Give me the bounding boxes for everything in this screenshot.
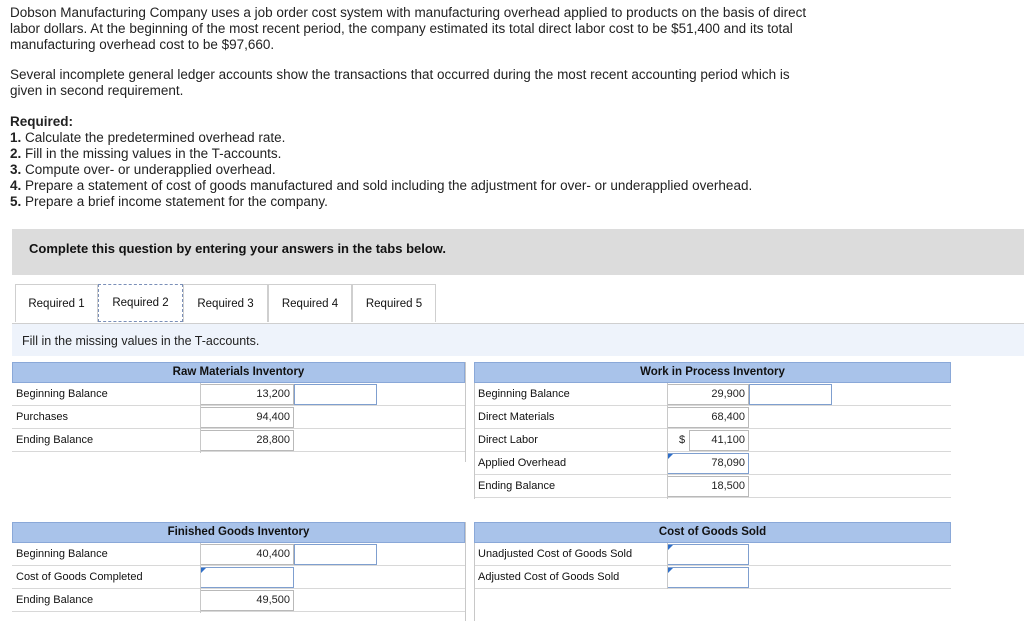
instruction-text: Fill in the missing values in the T-acco… xyxy=(22,334,260,348)
credit-input[interactable] xyxy=(749,384,832,405)
row-label: Cost of Goods Completed xyxy=(16,571,143,583)
panel-divider xyxy=(474,543,475,621)
t-account-divider xyxy=(200,543,201,613)
t-account-divider xyxy=(200,383,201,453)
instruction-bar: Fill in the missing values in the T-acco… xyxy=(12,324,1024,356)
required-item-1: 1. Calculate the predetermined overhead … xyxy=(10,130,286,145)
table-row: Direct Labor $ 41,100 xyxy=(474,429,951,452)
finished-goods-title: Finished Goods Inventory xyxy=(12,522,465,543)
t-account-divider xyxy=(667,543,668,589)
table-row: Beginning Balance 13,200 xyxy=(12,383,465,406)
t-account-divider xyxy=(667,383,668,499)
credit-input[interactable] xyxy=(294,384,377,405)
adjusted-cogs-input[interactable] xyxy=(667,567,749,588)
tab-required-2[interactable]: Required 2 xyxy=(98,284,183,322)
row-label: Applied Overhead xyxy=(478,457,567,469)
row-label: Beginning Balance xyxy=(16,388,108,400)
intro-line-5: given in second requirement. xyxy=(10,83,184,98)
table-row: Beginning Balance 40,400 xyxy=(12,543,465,566)
row-label: Ending Balance xyxy=(16,594,94,606)
tab-required-3[interactable]: Required 3 xyxy=(183,284,268,322)
table-row: Ending Balance 28,800 xyxy=(12,429,465,452)
panel-divider xyxy=(465,362,466,462)
required-item-2: 2. Fill in the missing values in the T-a… xyxy=(10,146,282,161)
unadjusted-cogs-input[interactable] xyxy=(667,544,749,565)
row-value: 13,200 xyxy=(200,384,294,405)
intro-line-1: Dobson Manufacturing Company uses a job … xyxy=(10,5,807,20)
row-value: 41,100 xyxy=(689,430,749,451)
banner-text: Complete this question by entering your … xyxy=(29,241,447,256)
required-item-5: 5. Prepare a brief income statement for … xyxy=(10,194,328,209)
required-item-3: 3. Compute over- or underapplied overhea… xyxy=(10,162,276,177)
tab-required-4[interactable]: Required 4 xyxy=(268,284,352,322)
intro-line-2: labor dollars. At the beginning of the m… xyxy=(10,21,793,36)
wip-title: Work in Process Inventory xyxy=(474,362,951,383)
row-value: 18,500 xyxy=(667,476,749,497)
row-label: Adjusted Cost of Goods Sold xyxy=(478,571,620,583)
required-item-4: 4. Prepare a statement of cost of goods … xyxy=(10,178,753,193)
cost-of-goods-completed-input[interactable] xyxy=(200,567,294,588)
row-label: Beginning Balance xyxy=(16,548,108,560)
table-row: Ending Balance 18,500 xyxy=(474,475,951,498)
raw-materials-title: Raw Materials Inventory xyxy=(12,362,465,383)
row-value: 40,400 xyxy=(200,544,294,565)
credit-input[interactable] xyxy=(294,544,377,565)
panel-divider xyxy=(474,383,475,499)
row-label: Purchases xyxy=(16,411,68,423)
row-label: Ending Balance xyxy=(478,480,556,492)
table-row: Unadjusted Cost of Goods Sold xyxy=(474,543,951,566)
row-label: Direct Materials xyxy=(478,411,555,423)
dollar-sign: $ xyxy=(679,434,686,446)
tab-required-1[interactable]: Required 1 xyxy=(15,284,98,322)
row-label: Ending Balance xyxy=(16,434,94,446)
cogs-title: Cost of Goods Sold xyxy=(474,522,951,543)
row-value: 49,500 xyxy=(200,590,294,611)
required-heading: Required: xyxy=(10,114,74,129)
table-row: Adjusted Cost of Goods Sold xyxy=(474,566,951,589)
table-row: Direct Materials 68,400 xyxy=(474,406,951,429)
row-value: 94,400 xyxy=(200,407,294,428)
row-label: Unadjusted Cost of Goods Sold xyxy=(478,548,633,560)
row-value: 28,800 xyxy=(200,430,294,451)
applied-overhead-input[interactable]: 78,090 xyxy=(667,453,749,474)
row-value: 68,400 xyxy=(667,407,749,428)
tab-bar: Required 1 Required 2 Required 3 Require… xyxy=(15,284,436,323)
instruction-banner: Complete this question by entering your … xyxy=(12,229,1024,275)
table-row: Applied Overhead 78,090 xyxy=(474,452,951,475)
row-value: 29,900 xyxy=(667,384,749,405)
table-row: Beginning Balance 29,900 xyxy=(474,383,951,406)
panel-divider xyxy=(465,522,466,621)
row-label: Beginning Balance xyxy=(478,388,570,400)
table-row: Ending Balance 49,500 xyxy=(12,589,465,612)
table-row: Cost of Goods Completed xyxy=(12,566,465,589)
table-row: Purchases 94,400 xyxy=(12,406,465,429)
row-label: Direct Labor xyxy=(478,434,538,446)
intro-line-3: manufacturing overhead cost to be $97,66… xyxy=(10,37,275,52)
tab-required-5[interactable]: Required 5 xyxy=(352,284,436,322)
intro-line-4: Several incomplete general ledger accoun… xyxy=(10,67,790,82)
